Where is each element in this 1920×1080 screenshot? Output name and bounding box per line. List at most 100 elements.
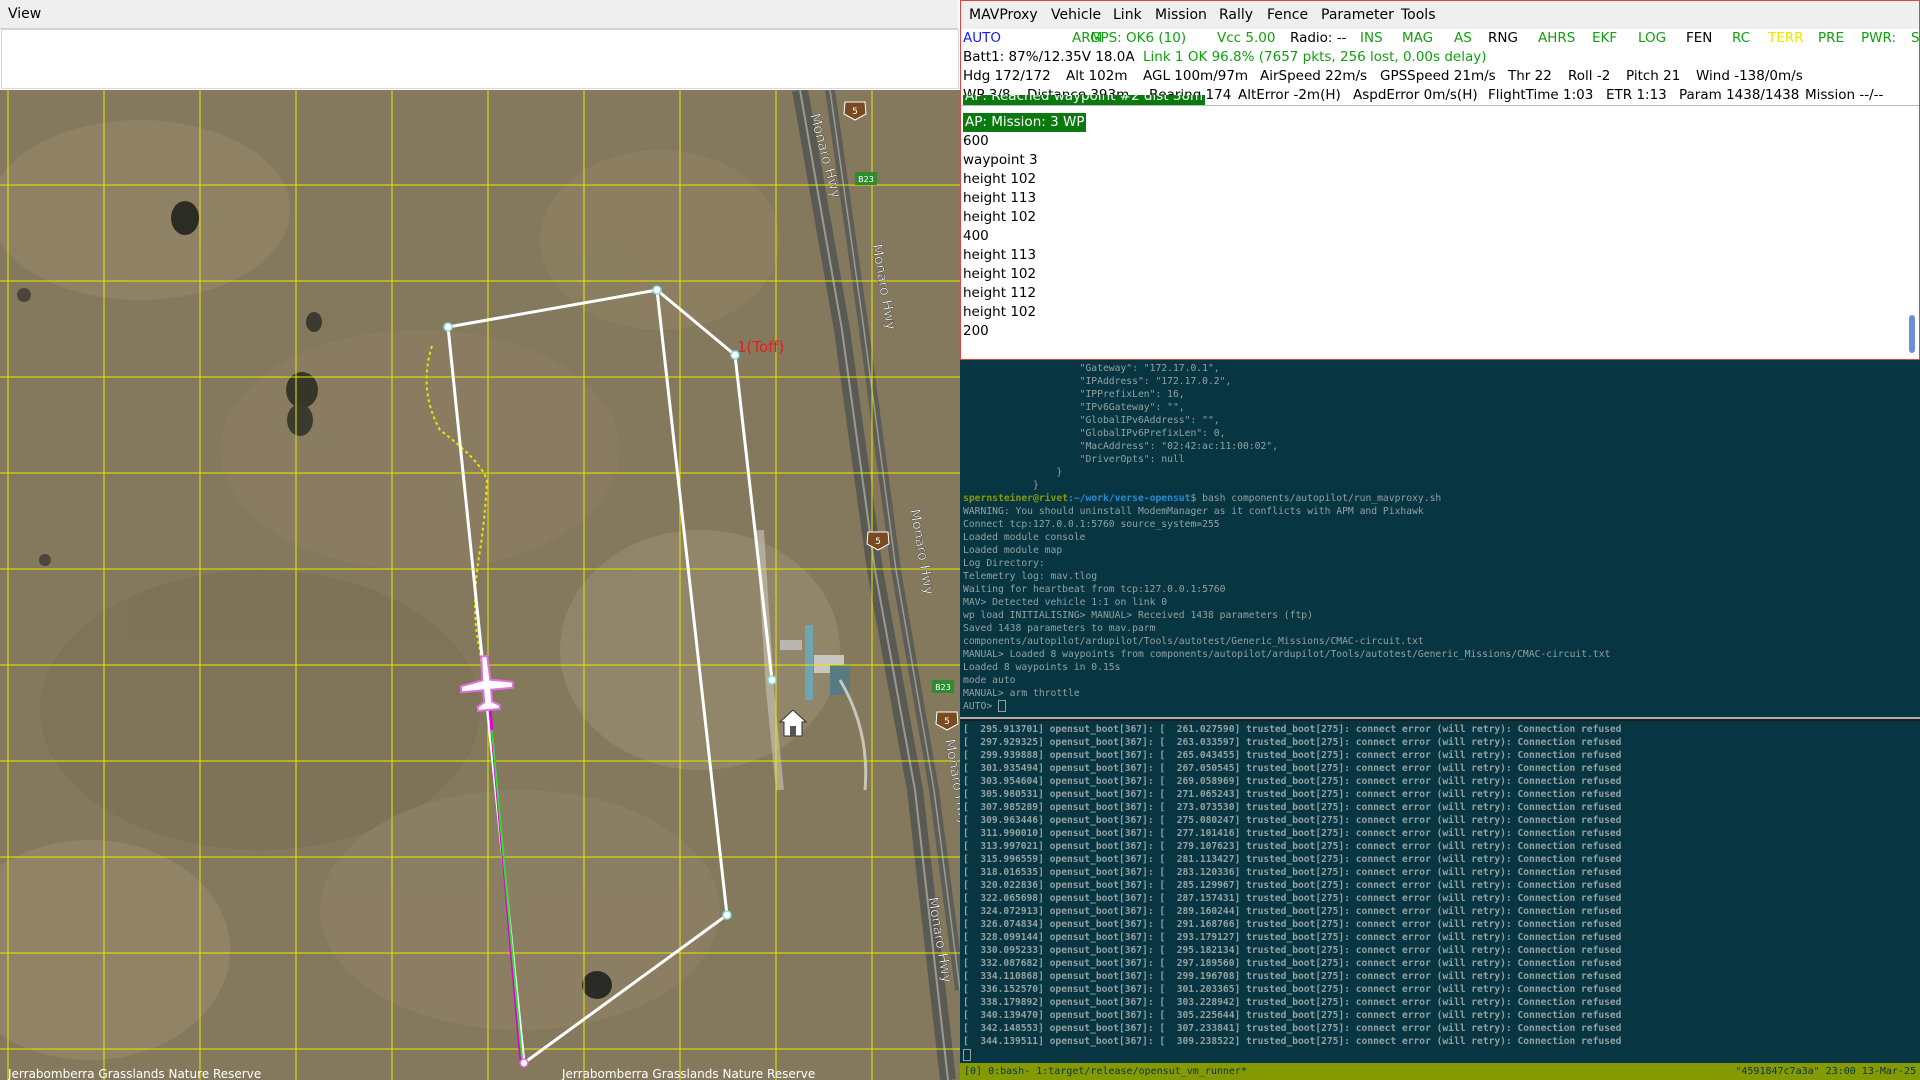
prompt-user: spernsteiner@rivet <box>963 493 1068 504</box>
message-line: waypoint 3 <box>963 152 1038 168</box>
log-line: [ 301.935494] opensut_boot[367]: [ 267.0… <box>963 763 1622 774</box>
terminal-line: Loaded 8 waypoints in 0.15s <box>963 662 1121 673</box>
terminal-line: Waiting for heartbeat from tcp:127.0.0.1… <box>963 584 1226 595</box>
terminal-mavproxy-pane[interactable]: "Gateway": "172.17.0.1", "IPAddress": "1… <box>960 360 1920 717</box>
terminal-line: "IPv6Gateway": "", <box>963 402 1185 413</box>
log-line: [ 334.110868] opensut_boot[367]: [ 299.1… <box>963 971 1622 982</box>
terminal-line: Loaded module map <box>963 545 1063 556</box>
status-alterror: AltError -2m(H) <box>1238 87 1341 103</box>
status-gps: GPS: OK6 (10) <box>1090 30 1187 46</box>
menu-fence[interactable]: Fence <box>1267 1 1308 29</box>
status-alt: Alt 102m <box>1066 68 1128 84</box>
status-terr: TERR <box>1768 30 1804 46</box>
terminal-line: } <box>963 467 1063 478</box>
map-window: View 5 5 5 B23 B23 Monaro Hwy Monaro Hwy… <box>0 0 960 1080</box>
terminal-line: "IPPrefixLen": 16, <box>963 389 1185 400</box>
status-pwr: PWR: <box>1861 30 1897 46</box>
waypoint-marker[interactable] <box>767 675 777 685</box>
status-mag: MAG <box>1402 30 1434 46</box>
log-line: [ 330.095233] opensut_boot[367]: [ 295.1… <box>963 945 1622 956</box>
terminal-line: MANUAL> Loaded 8 waypoints from componen… <box>963 649 1611 660</box>
log-line: [ 307.985289] opensut_boot[367]: [ 273.0… <box>963 802 1622 813</box>
status-mode: AUTO <box>963 30 1001 46</box>
console-scrollbar[interactable] <box>1909 315 1915 353</box>
status-pre: PRE <box>1818 30 1845 46</box>
svg-text:B23: B23 <box>858 175 874 184</box>
terminal-prompt-line: spernsteiner@rivet:~/work/verse-opensut$… <box>963 492 1441 505</box>
status-ekf: EKF <box>1592 30 1618 46</box>
mavproxy-console: MAVProxy Vehicle Link Mission Rally Fenc… <box>960 0 1920 360</box>
log-line: [ 344.139511] opensut_boot[367]: [ 309.2… <box>963 1036 1622 1047</box>
takeoff-label: 1(Toff) <box>737 338 784 356</box>
message-line: height 102 <box>963 171 1037 187</box>
prompt-path: :~/work/verse-opensut <box>1067 493 1191 504</box>
terminal-line: wp load INITIALISING> MANUAL> Received 1… <box>963 610 1313 621</box>
terminal-line: "MacAddress": "02:42:ac:11:00:02", <box>963 441 1278 452</box>
terminal-input-line[interactable]: AUTO> <box>963 700 1006 713</box>
terminal-cursor <box>963 1049 971 1061</box>
status-vcc: Vcc 5.00 <box>1217 30 1276 46</box>
log-line: [ 332.087682] opensut_boot[367]: [ 297.1… <box>963 958 1622 969</box>
menu-parameter[interactable]: Parameter <box>1321 1 1394 29</box>
status-row-1: AUTO ARM GPS: OK6 (10) Vcc 5.00 Radio: -… <box>963 29 1919 48</box>
map-svg[interactable]: 5 5 5 B23 B23 Monaro Hwy Monaro Hwy Mona… <box>0 90 960 1080</box>
map-toolbar-area <box>1 29 959 89</box>
terminal-line: components/autopilot/ardupilot/Tools/aut… <box>963 636 1424 647</box>
tmux-windows[interactable]: [0] 0:bash- 1:target/release/opensut_vm_… <box>964 1063 1247 1080</box>
message-line: height 102 <box>963 209 1037 225</box>
message-line: AP: Mission: 3 WP <box>963 113 1087 132</box>
status-etr: ETR 1:13 <box>1606 87 1667 103</box>
tmux-clock: "4591847c7a3a" 23:00 13-Mar-25 <box>1735 1066 1916 1077</box>
log-line: [ 340.139470] opensut_boot[367]: [ 305.2… <box>963 1010 1622 1021</box>
menu-rally[interactable]: Rally <box>1219 1 1253 29</box>
status-ahrs: AHRS <box>1538 30 1576 46</box>
console-menubar: MAVProxy Vehicle Link Mission Rally Fenc… <box>961 1 1919 29</box>
log-line: [ 328.099144] opensut_boot[367]: [ 293.1… <box>963 932 1622 943</box>
prompt-command: $ bash components/autopilot/run_mavproxy… <box>1190 493 1442 504</box>
log-line: [ 320.022836] opensut_boot[367]: [ 285.1… <box>963 880 1622 891</box>
status-wind: Wind -138/0m/s <box>1696 68 1803 84</box>
status-throttle: Thr 22 <box>1508 68 1552 84</box>
svg-text:5: 5 <box>944 717 950 727</box>
map-canvas[interactable]: 5 5 5 B23 B23 Monaro Hwy Monaro Hwy Mona… <box>0 90 960 1080</box>
log-line: [ 318.016535] opensut_boot[367]: [ 283.1… <box>963 867 1622 878</box>
status-agl: AGL 100m/97m <box>1143 68 1249 84</box>
log-line: [ 326.074834] opensut_boot[367]: [ 291.1… <box>963 919 1622 930</box>
waypoint-marker[interactable] <box>443 322 453 332</box>
log-line: [ 338.179892] opensut_boot[367]: [ 303.2… <box>963 997 1622 1008</box>
status-gpsspeed: GPSSpeed 21m/s <box>1380 68 1496 84</box>
menu-mavproxy[interactable]: MAVProxy <box>969 1 1038 29</box>
message-line: 200 <box>963 323 989 339</box>
terminal-line: "Gateway": "172.17.0.1", <box>963 363 1220 374</box>
waypoint-marker[interactable] <box>722 910 732 920</box>
status-as: AS <box>1454 30 1472 46</box>
message-line: 400 <box>963 228 989 244</box>
waypoint-marker[interactable] <box>652 285 662 295</box>
menu-link[interactable]: Link <box>1113 1 1142 29</box>
log-line: [ 336.152570] opensut_boot[367]: [ 301.2… <box>963 984 1622 995</box>
menu-view[interactable]: View <box>8 0 41 28</box>
menu-mission[interactable]: Mission <box>1155 1 1207 29</box>
status-flighttime: FlightTime 1:03 <box>1488 87 1594 103</box>
route-marker-b23-a: B23 <box>855 172 877 185</box>
console-messages[interactable]: AP: Reached waypoint #2 dist 38m AP: Mis… <box>963 95 1903 356</box>
terminal-line: "DriverOpts": null <box>963 454 1185 465</box>
svg-text:B23: B23 <box>935 683 951 692</box>
message-line: height 113 <box>963 247 1037 263</box>
status-rng: RNG <box>1488 30 1518 46</box>
terminal-line: Telemetry log: mav.tlog <box>963 571 1098 582</box>
terminal-vm-runner-pane[interactable]: [ 295.913701] opensut_boot[367]: [ 261.0… <box>960 721 1920 1063</box>
message-line: height 102 <box>963 304 1037 320</box>
pane-divider[interactable] <box>960 717 1920 719</box>
menu-tools[interactable]: Tools <box>1401 1 1436 29</box>
menu-vehicle[interactable]: Vehicle <box>1051 1 1101 29</box>
status-mission: Mission --/-- <box>1805 87 1884 103</box>
terminal-prompt: AUTO> <box>963 701 998 712</box>
log-line: [ 303.954604] opensut_boot[367]: [ 269.0… <box>963 776 1622 787</box>
route-marker-b23-b: B23 <box>932 680 954 693</box>
waypoint-marker[interactable] <box>519 1058 529 1068</box>
log-line: [ 299.939888] opensut_boot[367]: [ 265.0… <box>963 750 1622 761</box>
terminal-line: WARNING: You should uninstall ModemManag… <box>963 506 1424 517</box>
log-line: [ 311.990010] opensut_boot[367]: [ 277.1… <box>963 828 1622 839</box>
status-aspderror: AspdError 0m/s(H) <box>1353 87 1478 103</box>
